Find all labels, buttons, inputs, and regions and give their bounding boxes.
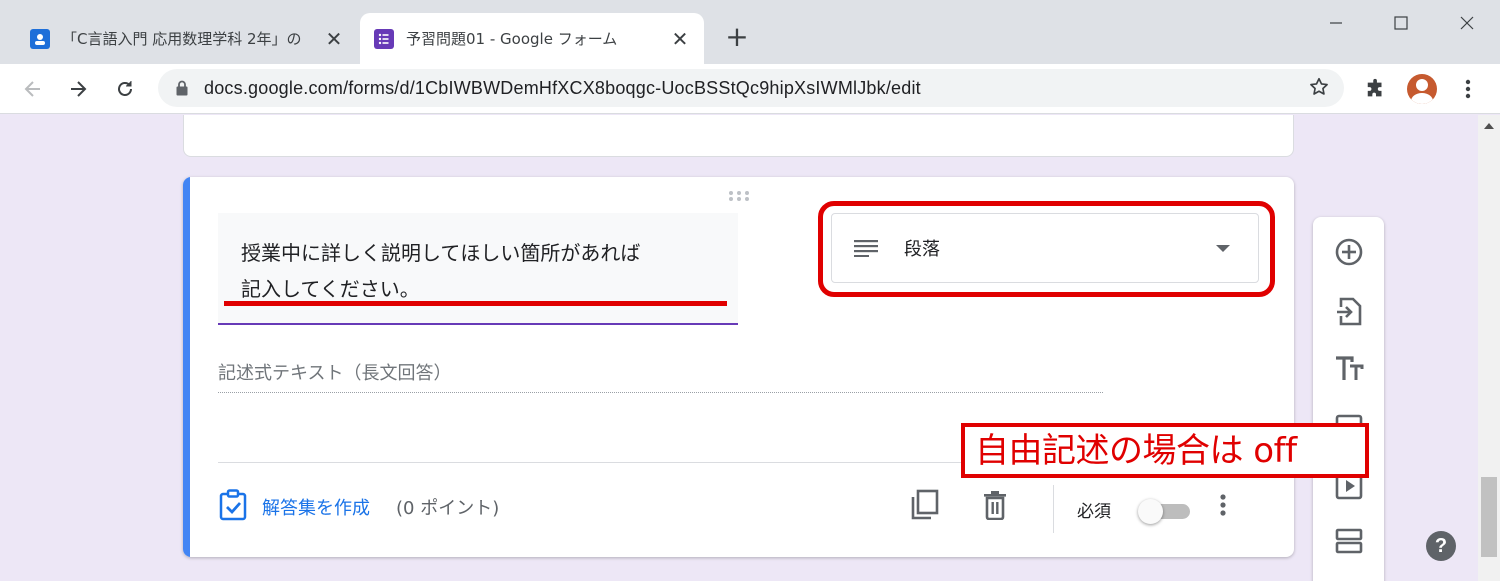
red-underline-annotation [224,301,727,306]
points-label: (0 ポイント) [396,498,500,519]
tab-classroom[interactable]: 「C言語入門 応用数理学科 2年」の ✕ [18,13,358,64]
required-label: 必須 [1077,502,1111,522]
import-questions-icon[interactable] [1332,294,1366,328]
browser-toolbar: docs.google.com/forms/d/1CbIWBWDemHfXCX8… [0,64,1500,114]
tab-strip: 「C言語入門 応用数理学科 2年」の ✕ 予習問題01 - Google フォー… [0,0,1500,64]
required-toggle[interactable] [1138,499,1190,524]
callout-annotation: 自由記述の場合は off [961,423,1369,478]
bookmark-star-icon[interactable] [1308,76,1330,102]
more-options-icon[interactable] [1207,489,1239,521]
new-tab-button[interactable]: + [722,22,752,52]
reload-icon[interactable] [110,74,140,104]
maximize-icon[interactable] [1383,8,1419,38]
question-card[interactable]: 授業中に詳しく説明してほしい箇所があれば 記入してください。 段落 記述式テキス… [183,177,1294,557]
answer-dotted-line [218,392,1103,393]
active-card-indicator [183,177,190,557]
question-title-line-1: 授業中に詳しく説明してほしい箇所があれば [241,241,641,265]
clipboard-check-icon [218,489,248,525]
tab-google-forms[interactable]: 予習問題01 - Google フォーム ✕ [360,13,704,64]
close-tab-icon[interactable]: ✕ [322,27,346,51]
browser-menu-icon[interactable] [1453,74,1483,104]
tab-title: 「C言語入門 応用数理学科 2年」の [62,30,302,48]
question-title-input[interactable]: 授業中に詳しく説明してほしい箇所があれば 記入してください。 [218,213,738,325]
url-text[interactable]: docs.google.com/forms/d/1CbIWBWDemHfXCX8… [204,78,921,99]
add-section-icon[interactable] [1332,524,1366,558]
callout-annotation-text: 自由記述の場合は off [975,430,1297,471]
scrollbar-thumb[interactable] [1481,477,1497,557]
add-title-text-icon[interactable] [1332,352,1366,386]
duplicate-icon[interactable] [908,489,940,521]
close-window-icon[interactable] [1449,8,1485,38]
toggle-knob [1138,499,1163,524]
forward-arrow-icon[interactable] [63,74,93,104]
answer-key-link[interactable]: 解答集を作成 (0 ポイント) [218,489,499,525]
close-tab-icon[interactable]: ✕ [668,27,692,51]
tab-title: 予習問題01 - Google フォーム [406,30,618,48]
google-classroom-icon [30,28,50,49]
profile-avatar[interactable] [1407,74,1437,104]
question-title-text[interactable]: 授業中に詳しく説明してほしい箇所があれば 記入してください。 [241,235,721,307]
help-icon[interactable]: ? [1426,531,1456,561]
add-question-icon[interactable] [1332,235,1366,269]
answer-placeholder: 記述式テキスト（長文回答） [218,363,452,384]
drag-handle-icon[interactable] [728,187,750,206]
page-scrollbar[interactable] [1478,115,1500,581]
delete-trash-icon[interactable] [979,489,1011,521]
scroll-up-arrow-icon[interactable] [1484,123,1494,129]
back-arrow-icon[interactable] [18,74,48,104]
address-bar[interactable]: docs.google.com/forms/d/1CbIWBWDemHfXCX8… [158,69,1344,107]
previous-question-card[interactable] [183,115,1294,157]
red-highlight-box-annotation [818,201,1275,297]
footer-separator [1053,485,1054,533]
answer-key-label[interactable]: 解答集を作成 [262,494,370,520]
minimize-icon[interactable] [1318,8,1354,38]
side-toolbar [1313,217,1384,581]
lock-icon[interactable] [176,80,188,96]
form-editor-area: 授業中に詳しく説明してほしい箇所があれば 記入してください。 段落 記述式テキス… [0,115,1500,581]
extensions-puzzle-icon[interactable] [1361,74,1391,104]
google-forms-icon [374,28,394,49]
